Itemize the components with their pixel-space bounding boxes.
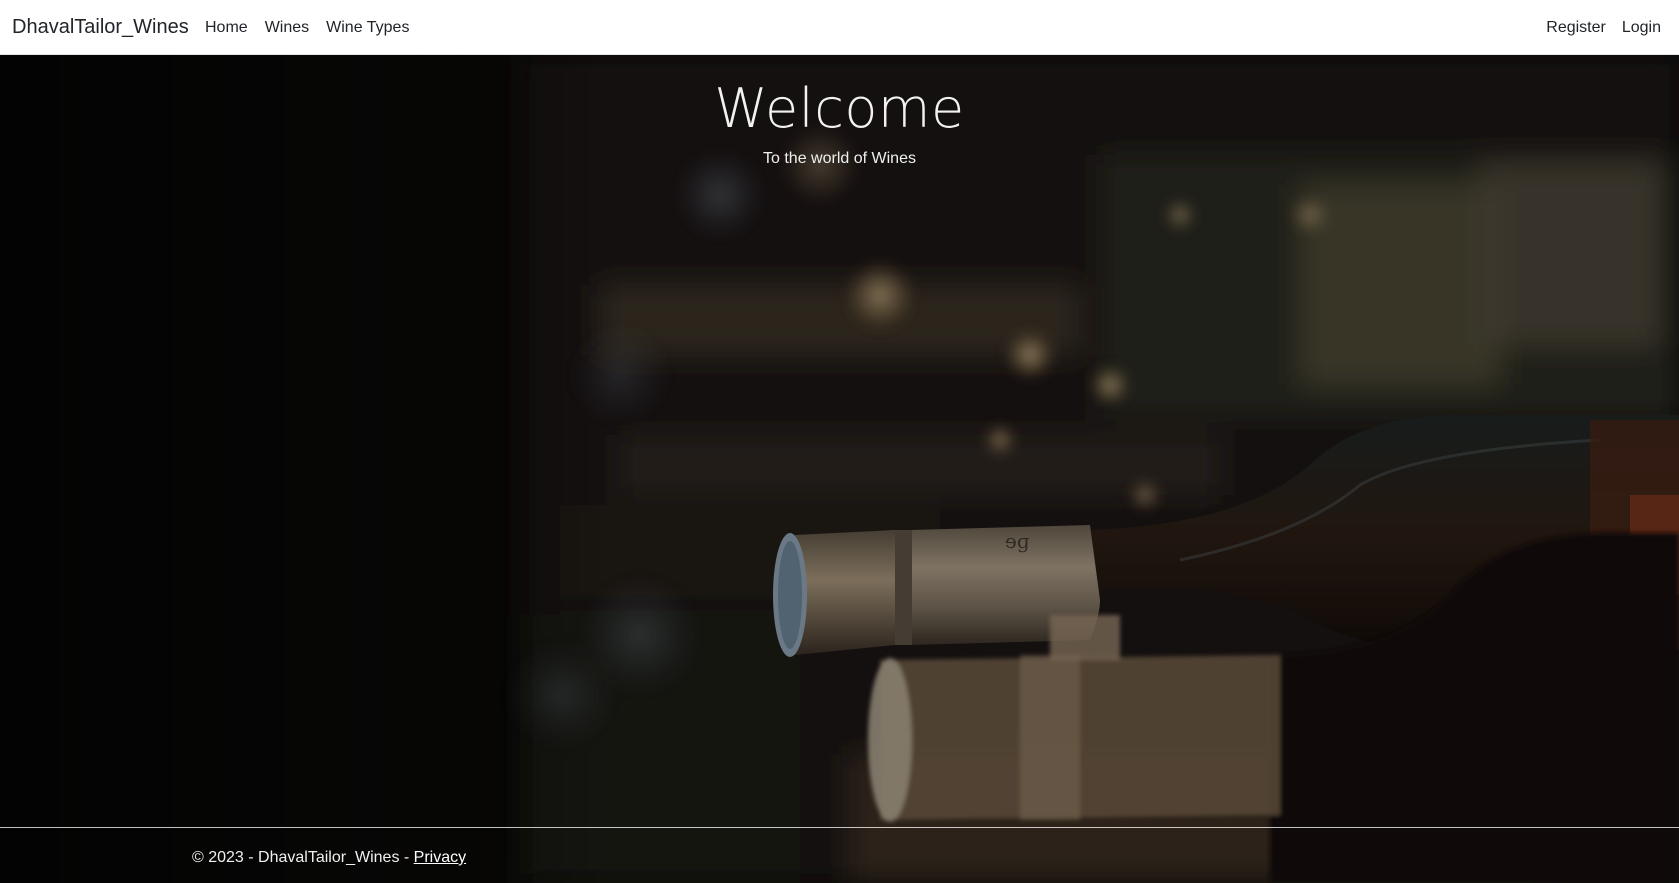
hero-title: Welcome	[714, 77, 965, 140]
top-navbar: DhavalTailor_Wines Home Wines Wine Types…	[0, 0, 1679, 55]
nav-home-link[interactable]: Home	[205, 19, 248, 37]
footer-divider	[0, 827, 1679, 828]
privacy-link[interactable]: Privacy	[414, 849, 466, 866]
register-link[interactable]: Register	[1546, 19, 1606, 37]
footer-copyright: © 2023 - DhavalTailor_Wines -	[192, 849, 414, 866]
hero-subtitle: To the world of Wines	[763, 150, 916, 167]
nav-wines-link[interactable]: Wines	[265, 19, 309, 37]
primary-nav: Home Wines Wine Types	[205, 19, 409, 37]
account-nav: Register Login	[1546, 19, 1661, 37]
brand-link[interactable]: DhavalTailor_Wines	[12, 16, 189, 39]
wine-bottles-photo: ɘɡ	[0, 55, 1679, 883]
hero-background-image: ɘɡ	[0, 55, 1679, 883]
login-link[interactable]: Login	[1622, 19, 1661, 37]
nav-wine-types-link[interactable]: Wine Types	[326, 19, 409, 37]
footer: © 2023 - DhavalTailor_Wines - Privacy	[192, 849, 466, 867]
